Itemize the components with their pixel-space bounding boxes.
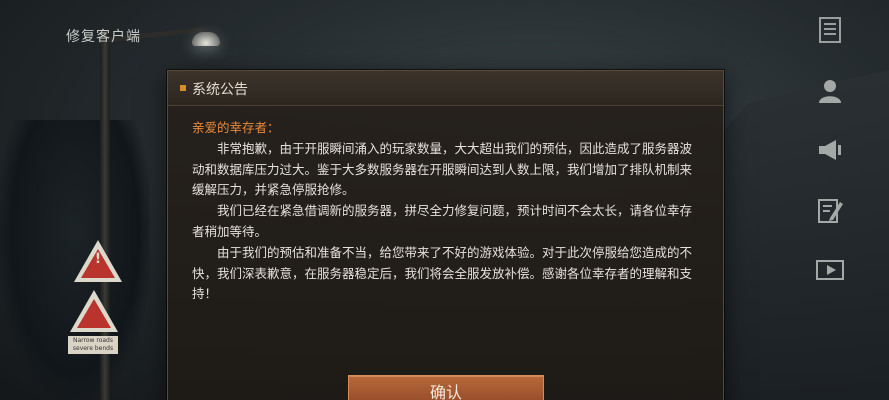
dialog-title: 系统公告 [192, 82, 248, 98]
edit-note-icon[interactable] [812, 194, 848, 226]
dialog-body: 亲爱的幸存者： 非常抱歉，由于开服瞬间涌入的玩家数量，大大超出我们的预估，因此造… [192, 118, 702, 305]
game-screen: ! Narrow roads severe bends 修复客户端 系统公告 亲… [0, 0, 889, 400]
greeting-text: 亲爱的幸存者： [192, 120, 280, 135]
system-notice-dialog: 系统公告 亲爱的幸存者： 非常抱歉，由于开服瞬间涌入的玩家数量，大大超出我们的预… [167, 70, 724, 400]
deer-crossing-sign [70, 290, 118, 332]
warning-sign: ! [74, 240, 122, 282]
notice-list-icon[interactable] [812, 14, 848, 46]
background-street-lamp [192, 32, 220, 46]
repair-client-button[interactable]: 修复客户端 [66, 26, 141, 46]
user-icon[interactable] [812, 74, 848, 106]
notice-paragraph: 由于我们的预估和准备不当，给您带来了不好的游戏体验。对于此次停服给您造成的不快，… [192, 244, 693, 302]
title-bullet-icon [180, 85, 186, 91]
confirm-button[interactable]: 确认 [348, 375, 544, 400]
dialog-header: 系统公告 [168, 71, 723, 106]
notice-paragraph: 我们已经在紧急借调新的服务器，拼尽全力修复问题，预计时间不会太长，请各位幸存者稍… [192, 203, 693, 239]
video-play-icon[interactable] [812, 254, 848, 286]
megaphone-icon[interactable] [812, 134, 848, 166]
road-sign-plate: Narrow roads severe bends [68, 336, 118, 354]
notice-paragraph: 非常抱歉，由于开服瞬间涌入的玩家数量，大大超出我们的预估，因此造成了服务器波动和… [192, 140, 693, 198]
